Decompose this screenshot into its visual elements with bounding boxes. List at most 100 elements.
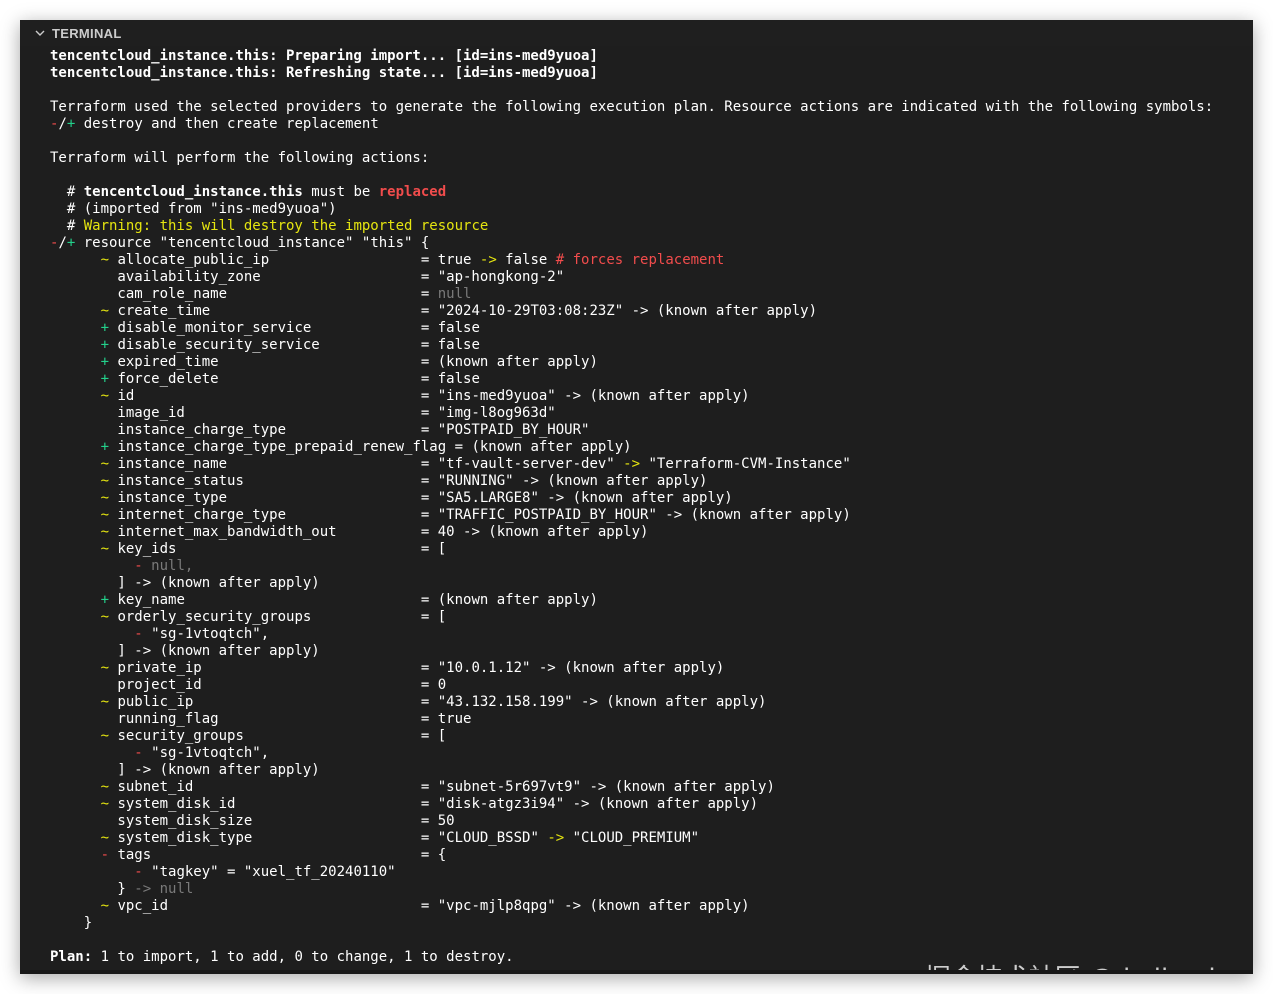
panel-title[interactable]: TERMINAL [52, 26, 122, 41]
terminal-text: - [134, 626, 143, 642]
terminal-text: allocate_public_ip = true [109, 252, 480, 268]
terminal-text: - [134, 864, 143, 880]
terminal-line: - "sg-1vtoqtch", [50, 626, 1245, 643]
terminal-text: image_id = "img-l8og963d" [50, 405, 556, 421]
terminal-line: cam_role_name = null [50, 286, 1245, 303]
terminal-text: - [100, 847, 110, 863]
terminal-text: ] -> (known after apply) [50, 575, 320, 591]
terminal-text: + [100, 592, 110, 608]
terminal-text: # forces replacement [555, 252, 725, 268]
terminal-line: system_disk_size = 50 [50, 813, 1245, 830]
terminal-text: tencentcloud_instance.this: Preparing im… [50, 48, 598, 64]
terminal-text: / [58, 116, 67, 132]
terminal-line: Terraform used the selected providers to… [50, 99, 1245, 116]
terminal-line: ] -> (known after apply) [50, 575, 1245, 592]
terminal-text: Plan: [50, 949, 93, 965]
terminal-line: image_id = "img-l8og963d" [50, 405, 1245, 422]
chevron-down-icon[interactable] [32, 25, 48, 41]
terminal-line: ~ instance_type = "SA5.LARGE8" -> (known… [50, 490, 1245, 507]
terminal-text: } [50, 881, 135, 897]
terminal-text: private_ip = "10.0.1.12" -> (known after… [109, 660, 725, 676]
terminal-line: instance_charge_type = "POSTPAID_BY_HOUR… [50, 422, 1245, 439]
terminal-line: ] -> (known after apply) [50, 643, 1245, 660]
terminal-text: "tagkey" = "xuel_tf_20240110" [142, 864, 396, 880]
terminal-text: + [100, 354, 110, 370]
terminal-text: + [100, 439, 110, 455]
terminal-text: key_name = (known after apply) [109, 592, 598, 608]
terminal-line: # Warning: this will destroy the importe… [50, 218, 1245, 235]
terminal-text: instance_status = "RUNNING" -> (known af… [109, 473, 708, 489]
terminal-text: id = "ins-med9yuoa" -> (known after appl… [109, 388, 750, 404]
terminal-text: force_delete = false [109, 371, 480, 387]
terminal-text: expired_time = (known after apply) [109, 354, 598, 370]
terminal-text: ~ [100, 473, 110, 489]
terminal-line: ~ id = "ins-med9yuoa" -> (known after ap… [50, 388, 1245, 405]
terminal-line: - "tagkey" = "xuel_tf_20240110" [50, 864, 1245, 881]
terminal-text: "Terraform-CVM-Instance" [640, 456, 851, 472]
terminal-text: instance_charge_type = "POSTPAID_BY_HOUR… [50, 422, 590, 438]
terminal-text: ~ [100, 779, 110, 795]
terminal-text: ~ [100, 252, 110, 268]
terminal-text: availability_zone = "ap-hongkong-2" [50, 269, 565, 285]
terminal-line: - tags = { [50, 847, 1245, 864]
terminal-text: -> null [134, 881, 194, 897]
terminal-text: security_groups = [ [109, 728, 447, 744]
terminal-line: ~ security_groups = [ [50, 728, 1245, 745]
terminal-line: + disable_security_service = false [50, 337, 1245, 354]
terminal-line: + expired_time = (known after apply) [50, 354, 1245, 371]
terminal-line: tencentcloud_instance.this: Preparing im… [50, 48, 1245, 65]
terminal-line: + instance_charge_type_prepaid_renew_fla… [50, 439, 1245, 456]
terminal-line: -/+ resource "tencentcloud_instance" "th… [50, 235, 1245, 252]
terminal-line: running_flag = true [50, 711, 1245, 728]
terminal-line: ~ orderly_security_groups = [ [50, 609, 1245, 626]
terminal-line: ~ private_ip = "10.0.1.12" -> (known aft… [50, 660, 1245, 677]
terminal-line: -/+ destroy and then create replacement [50, 116, 1245, 133]
terminal-text: - [134, 558, 143, 574]
terminal-line: ~ key_ids = [ [50, 541, 1245, 558]
terminal-text: internet_max_bandwidth_out = 40 -> (know… [109, 524, 649, 540]
terminal-text: tencentcloud_instance.this: Refreshing s… [50, 65, 598, 81]
terminal-text: / [58, 235, 67, 251]
terminal-text: instance_charge_type_prepaid_renew_flag … [109, 439, 632, 455]
terminal-text: ~ [100, 728, 110, 744]
terminal-text: + [100, 371, 110, 387]
terminal-text: ~ [100, 694, 110, 710]
terminal-text: # [50, 184, 84, 200]
terminal-text: tencentcloud_instance.this [83, 184, 303, 200]
terminal-line: ~ public_ip = "43.132.158.199" -> (known… [50, 694, 1245, 711]
terminal-text: system_disk_size = 50 [50, 813, 455, 829]
status-bar [20, 970, 1253, 974]
terminal-text: ~ [100, 524, 110, 540]
terminal-output[interactable]: tencentcloud_instance.this: Preparing im… [50, 48, 1245, 966]
terminal-text: internet_charge_type = "TRAFFIC_POSTPAID… [109, 507, 851, 523]
terminal-panel-header[interactable]: TERMINAL [20, 20, 1253, 46]
terminal-text: instance_type = "SA5.LARGE8" -> (known a… [109, 490, 733, 506]
terminal-text: disable_monitor_service = false [109, 320, 480, 336]
terminal-text: Terraform will perform the following act… [50, 150, 430, 166]
terminal-line: ~ create_time = "2024-10-29T03:08:23Z" -… [50, 303, 1245, 320]
terminal-line: ~ subnet_id = "subnet-5r697vt9" -> (know… [50, 779, 1245, 796]
terminal-text: destroy and then create replacement [75, 116, 379, 132]
terminal-line: ~ internet_max_bandwidth_out = 40 -> (kn… [50, 524, 1245, 541]
terminal-text: ] -> (known after apply) [50, 762, 320, 778]
terminal-text: replaced [378, 184, 447, 200]
terminal-text: + [100, 337, 110, 353]
terminal-text: "sg-1vtoqtch", [142, 745, 270, 761]
terminal-text: + [100, 320, 110, 336]
